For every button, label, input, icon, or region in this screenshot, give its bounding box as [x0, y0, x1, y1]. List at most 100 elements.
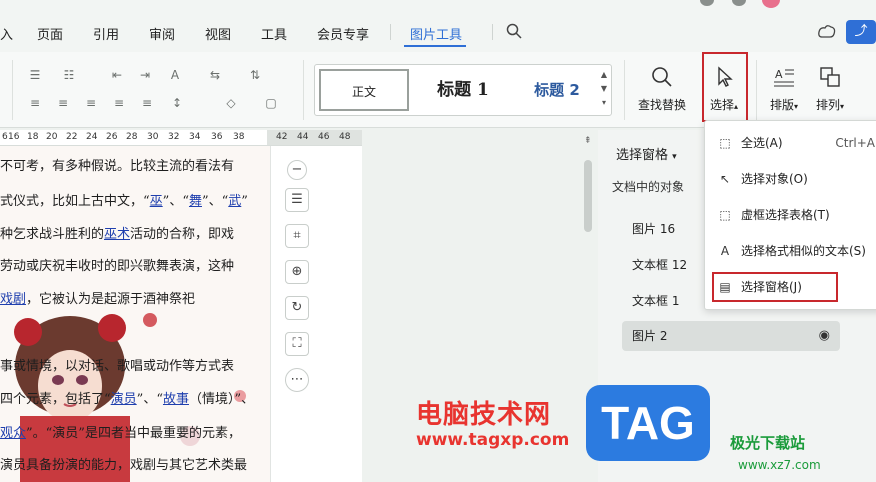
menu-tools[interactable]: 工具: [261, 24, 287, 43]
pane-objects-label: 文档中的对象: [612, 180, 685, 194]
shortcut-label: Ctrl+A: [835, 136, 875, 150]
menu-item-select-similar-text[interactable]: A 选择格式相似的文本(S): [717, 239, 866, 263]
line-spacing-icon[interactable]: ↕: [168, 96, 186, 110]
text-run: ”、“: [201, 194, 229, 209]
eye-icon[interactable]: ◉: [819, 321, 830, 351]
menu-picture-tools[interactable]: 图片工具: [410, 24, 462, 43]
rotate-icon[interactable]: ↻: [285, 296, 309, 320]
menu-item-dashed-select-table[interactable]: ⬚ 虚框选择表格(T): [717, 203, 829, 227]
align-center-icon[interactable]: ≡: [54, 96, 72, 110]
text-run: 演员具备扮演的能力，戏剧与其它艺术类最: [0, 458, 248, 473]
menu-view[interactable]: 视图: [205, 24, 231, 43]
text-run: 四个元素，包括了“: [0, 392, 111, 407]
style-heading-2[interactable]: 标题 2: [515, 69, 599, 111]
arrange-icon: [820, 67, 840, 87]
picture-quick-toolbar: − ☰ ⌗ ⊕ ↻ ⛶ ⋯: [270, 146, 322, 482]
magnifier-icon: [652, 67, 672, 87]
search-icon[interactable]: [506, 23, 522, 39]
menu-insert[interactable]: 入: [0, 24, 13, 43]
decrease-indent-icon[interactable]: ⇤: [108, 68, 126, 82]
numbered-list-icon[interactable]: ☷: [60, 68, 78, 82]
hyperlink[interactable]: 戏剧: [0, 292, 26, 307]
hyperlink[interactable]: 巫术: [104, 227, 130, 242]
horizontal-ruler[interactable]: 6 16 18 20 22 24 26 28 30 32 34 36 38 42…: [0, 130, 362, 146]
watermark-site: 极光下载站: [730, 434, 806, 452]
text-direction-icon[interactable]: ⇆: [206, 68, 224, 82]
more-icon[interactable]: ⋯: [285, 368, 309, 392]
font-spacing-icon[interactable]: A: [166, 68, 184, 82]
ruler-number: 22: [66, 132, 78, 142]
crop-icon[interactable]: ⌗: [285, 224, 309, 248]
ribbon: ☰ ☷ ⇤ ⇥ A ⇆ ⇅ ≡ ≡ ≡ ≡ ≡ ↕ ◇ ▢ 正文 标题 1 标题…: [0, 52, 876, 128]
document-line: 劳动或庆祝丰收时的即兴歌舞表演，这种: [0, 259, 234, 275]
sort-icon[interactable]: ⇅: [246, 68, 264, 82]
hyperlink[interactable]: 观众: [0, 426, 26, 441]
ribbon-divider: [624, 60, 625, 120]
wrap-text-button[interactable]: A 排版▾: [764, 64, 804, 113]
document-line: 演员具备扮演的能力，戏剧与其它艺术类最: [0, 458, 247, 474]
menu-bar: 入 页面 引用 审阅 视图 工具 会员专享 图片工具 ⤴: [0, 0, 876, 52]
ruler-number: 20: [46, 132, 58, 142]
avatar[interactable]: [762, 0, 780, 8]
ribbon-divider: [756, 60, 757, 120]
active-tab-indicator: [404, 45, 466, 47]
border-icon[interactable]: ▢: [262, 96, 280, 110]
distribute-icon[interactable]: ≡: [138, 96, 156, 110]
menu-page[interactable]: 页面: [37, 24, 63, 43]
menu-item-select-all[interactable]: ⬚ 全选(A) Ctrl+A: [717, 131, 876, 155]
menu-reference[interactable]: 引用: [93, 24, 119, 43]
menu-item-select-object[interactable]: ↖ 选择对象(O): [717, 167, 808, 191]
bullet-list-icon[interactable]: ☰: [26, 68, 44, 82]
hyperlink[interactable]: 舞: [189, 194, 202, 209]
ruler-number: 46: [318, 132, 330, 142]
layout-options-icon[interactable]: ☰: [285, 188, 309, 212]
ruler-number: 16: [8, 132, 20, 142]
expand-icon[interactable]: ⛶: [285, 332, 309, 356]
document-page[interactable]: 不可考，有多种假说。比较主流的看法有 式仪式，比如上古中文，“巫”、“舞”、“武…: [0, 146, 270, 482]
ruler-number: 30: [147, 132, 159, 142]
hyperlink[interactable]: 演员: [111, 392, 137, 407]
justify-icon[interactable]: ≡: [110, 96, 128, 110]
document-line: 观众”。“演员”是四者当中最重要的元素，: [0, 426, 241, 442]
menu-review[interactable]: 审阅: [149, 24, 175, 43]
pane-title[interactable]: 选择窗格 ▾: [616, 144, 677, 163]
text-run: 活动的合称，即戏: [130, 227, 235, 242]
ruler-number: 26: [106, 132, 118, 142]
increase-indent-icon[interactable]: ⇥: [136, 68, 154, 82]
ribbon-divider: [303, 60, 304, 120]
wrap-text-label: 排版▾: [769, 98, 799, 112]
hyperlink[interactable]: 武: [228, 194, 241, 209]
text-run: ”、“: [136, 392, 163, 407]
align-right-icon[interactable]: ≡: [82, 96, 100, 110]
pane-collapse-icon[interactable]: ⇞: [584, 136, 592, 146]
find-replace-button[interactable]: 查找替换: [634, 64, 690, 113]
object-item-selected[interactable]: 图片 2 ◉: [622, 321, 840, 351]
document-line: 种乞求战斗胜利的巫术活动的合称，即戏: [0, 227, 234, 243]
align-left-icon[interactable]: ≡: [26, 96, 44, 110]
gallery-scroll-icon[interactable]: ▲ ▼ ▾: [599, 68, 609, 110]
hyperlink[interactable]: 巫: [150, 194, 163, 209]
collapse-icon[interactable]: −: [287, 160, 307, 180]
hyperlink[interactable]: 故事: [163, 392, 189, 407]
watermark-logo: TAG: [586, 385, 710, 461]
ruler-number: 38: [233, 132, 245, 142]
pane-scrollbar[interactable]: [584, 160, 592, 232]
menu-member[interactable]: 会员专享: [317, 24, 369, 43]
style-gallery[interactable]: 正文 标题 1 标题 2 ▲ ▼ ▾: [314, 64, 612, 116]
tray-icon[interactable]: [700, 0, 714, 6]
share-icon[interactable]: ⤴: [846, 20, 876, 44]
text-run: 种乞求战斗胜利的: [0, 227, 105, 242]
shading-icon[interactable]: ◇: [222, 96, 240, 110]
ruler-number: 18: [27, 132, 39, 142]
document-line: 事或情境，以对话、歌唱或动作等方式表: [0, 359, 234, 375]
svg-text:A: A: [775, 68, 783, 81]
style-heading-1[interactable]: 标题 1: [415, 69, 511, 111]
tray-icon[interactable]: [732, 0, 746, 6]
zoom-in-icon[interactable]: ⊕: [285, 260, 309, 284]
style-normal[interactable]: 正文: [319, 69, 409, 111]
pointer-icon: ↖: [719, 172, 731, 186]
arrange-button[interactable]: 排列▾: [810, 64, 850, 113]
text-run: 劳动或庆祝丰收时的即兴歌舞表演，这种: [0, 259, 235, 274]
cloud-chat-icon[interactable]: [818, 24, 836, 40]
ruler-number: 24: [86, 132, 98, 142]
